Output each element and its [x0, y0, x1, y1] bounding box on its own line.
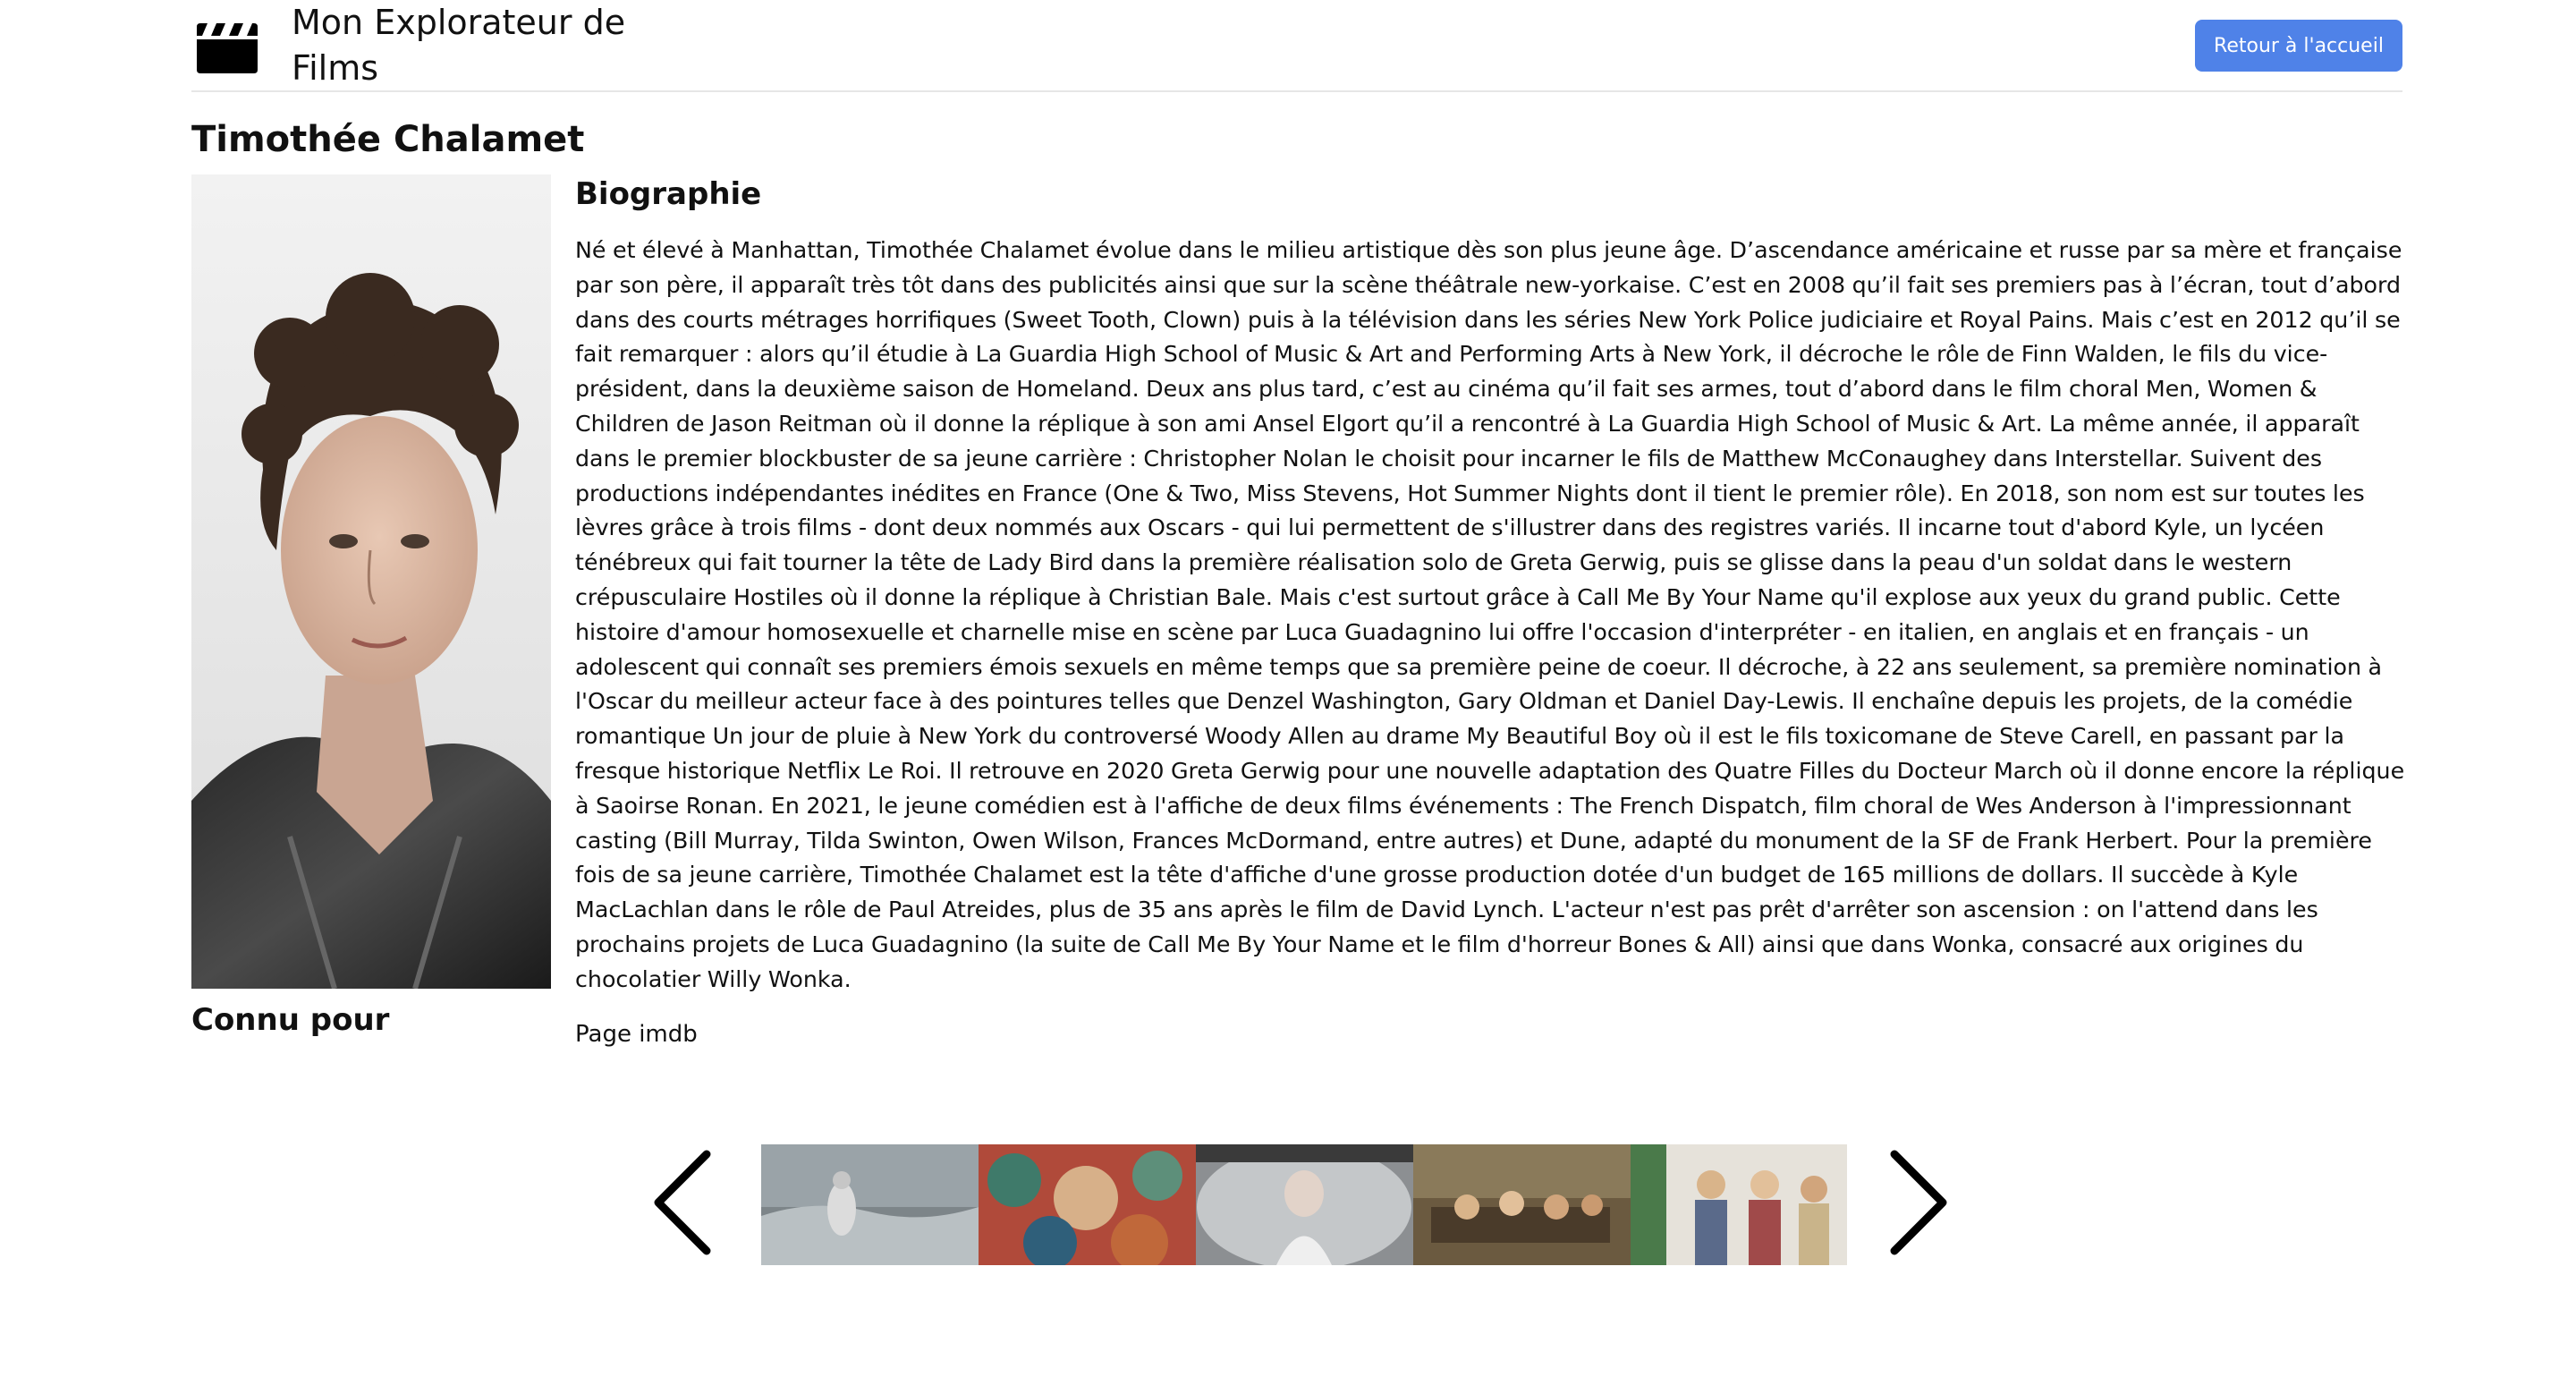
movie-poster[interactable]	[761, 1144, 979, 1265]
movie-poster[interactable]	[1413, 1144, 1631, 1265]
page-title: Timothée Chalamet	[191, 119, 585, 160]
actor-portrait	[191, 174, 551, 989]
app-header: Mon Explorateur de Films Retour à l'accu…	[191, 0, 2402, 92]
known-for-carousel	[761, 1144, 1847, 1265]
app-title: Mon Explorateur de Films	[292, 3, 626, 88]
home-button[interactable]: Retour à l'accueil	[2195, 20, 2402, 72]
known-for-heading: Connu pour	[191, 1002, 390, 1038]
movie-poster[interactable]	[979, 1144, 1196, 1265]
imdb-link[interactable]: Page imdb	[575, 1017, 2415, 1051]
movie-poster[interactable]	[1196, 1144, 1413, 1265]
biography-text: Né et élevé à Manhattan, Timothée Chalam…	[575, 237, 2405, 992]
biography-section: Biographie Né et élevé à Manhattan, Timo…	[575, 173, 2415, 1051]
chevron-right-icon[interactable]	[1877, 1147, 1957, 1258]
chevron-left-icon[interactable]	[644, 1147, 724, 1258]
biography-heading: Biographie	[575, 176, 762, 212]
clapperboard-icon	[195, 20, 259, 73]
movie-poster[interactable]	[1631, 1144, 1847, 1265]
